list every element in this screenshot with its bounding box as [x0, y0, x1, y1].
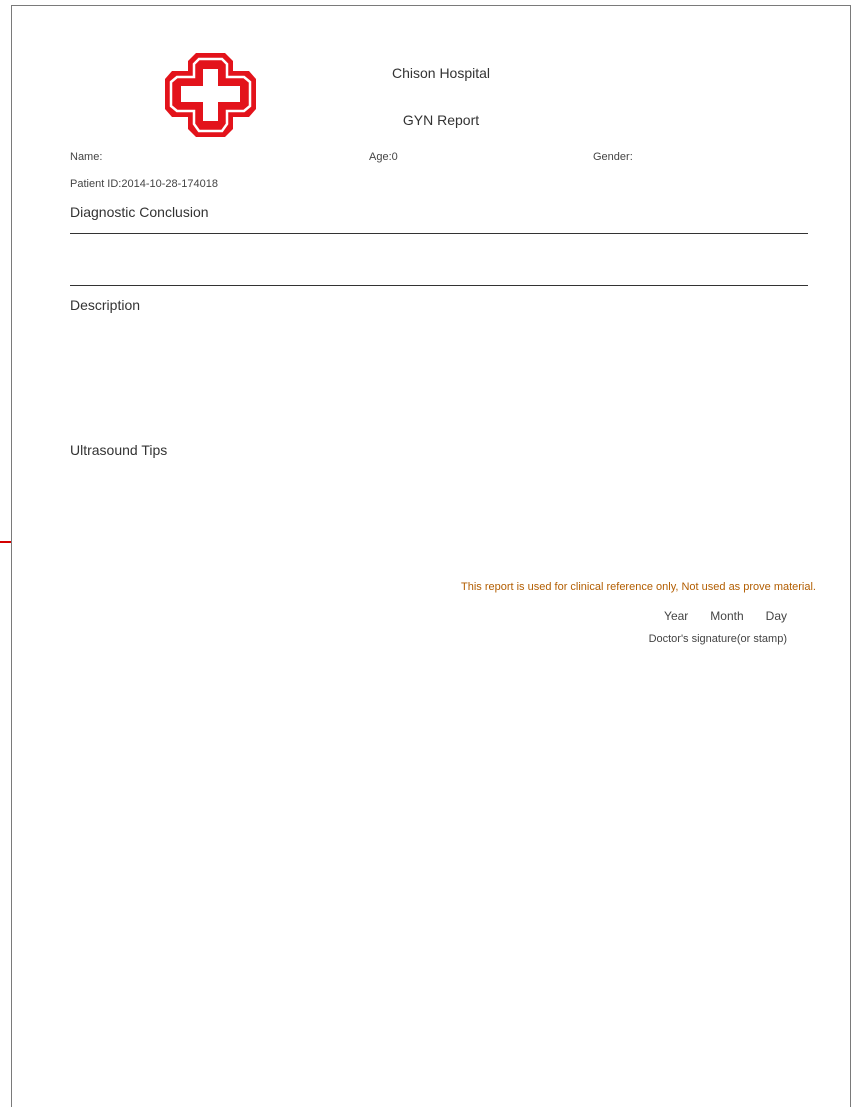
month-label: Month [710, 609, 744, 623]
day-label: Day [765, 609, 787, 623]
report-title: GYN Report [402, 112, 480, 128]
doctor-signature-label: Doctor's signature(or stamp) [648, 633, 787, 645]
disclaimer-text: This report is used for clinical referen… [460, 581, 816, 593]
diagnostic-conclusion-heading: Diagnostic Conclusion [70, 204, 209, 220]
divider-line [70, 233, 808, 234]
page-edge-marker [0, 541, 11, 543]
date-row: Year Month Day [642, 609, 787, 623]
patient-gender-label: Gender: [593, 151, 633, 163]
ultrasound-tips-heading: Ultrasound Tips [70, 442, 168, 458]
hospital-name: Chison Hospital [391, 65, 491, 81]
red-cross-icon [163, 51, 258, 141]
patient-name-label: Name: [70, 151, 103, 163]
divider-line [70, 285, 808, 286]
report-preview-screen: Chison Hospital GYN Report Name: Age:0 G… [0, 0, 853, 1107]
report-page: Chison Hospital GYN Report Name: Age:0 G… [11, 5, 851, 1107]
year-label: Year [664, 609, 689, 623]
description-heading: Description [70, 297, 141, 313]
patient-id-label: Patient ID:2014-10-28-174018 [70, 178, 218, 190]
patient-age-label: Age:0 [369, 151, 398, 163]
